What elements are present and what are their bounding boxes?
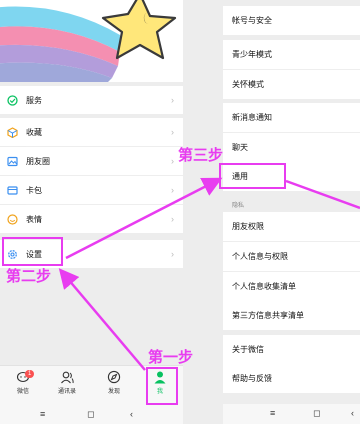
services-icon xyxy=(6,94,18,106)
menu-label-moments: 朋友圈 xyxy=(26,156,50,166)
right-screen-settings: 帐号与安全 青少年模式 关怀模式 新消息通知 聊天 通用 隐私 朋友权限 个人信… xyxy=(223,0,360,424)
row-label: 关于微信 xyxy=(232,345,264,354)
settings-row-account-security[interactable]: 帐号与安全 xyxy=(223,6,360,35)
row-label: 新消息通知 xyxy=(232,113,272,122)
chevron-right-icon: › xyxy=(171,127,174,137)
tab-label: 微信 xyxy=(16,389,29,395)
card-wallet-icon xyxy=(6,184,18,196)
row-label: 朋友权限 xyxy=(232,222,264,231)
highlight-box-general xyxy=(219,163,286,189)
contacts-icon xyxy=(61,371,74,384)
row-label: 个人信息与权限 xyxy=(232,252,288,261)
annotation-step-2: 第二步 xyxy=(6,267,52,285)
settings-row-about[interactable]: 关于微信 xyxy=(223,335,360,364)
row-label: 个人信息收集清单 xyxy=(232,282,296,291)
chevron-right-icon: › xyxy=(171,185,174,195)
menu-label-stickers: 表情 xyxy=(26,214,42,224)
favorites-icon xyxy=(6,126,18,138)
highlight-box-settings xyxy=(2,237,63,266)
chevron-right-icon: › xyxy=(171,249,174,259)
tab-label: 发现 xyxy=(107,389,120,395)
menu-row-stickers[interactable]: 表情 › xyxy=(0,205,183,233)
menu-label-services: 服务 xyxy=(26,95,42,105)
chevron-right-icon: › xyxy=(171,95,174,105)
annotation-step-3: 第三步 xyxy=(178,146,224,164)
section-label-privacy: 隐私 xyxy=(232,203,245,209)
home-button[interactable]: ◻ xyxy=(87,409,94,420)
row-label: 帮助与反馈 xyxy=(232,374,272,383)
back-button[interactable]: ‹ xyxy=(351,408,354,418)
row-label: 第三方信息共享清单 xyxy=(232,311,304,320)
shooting-star-illustration xyxy=(0,0,177,82)
menu-row-cards[interactable]: 卡包 › xyxy=(0,176,183,204)
menu-label-cards: 卡包 xyxy=(26,185,42,195)
highlight-box-me-tab xyxy=(146,367,178,405)
tab-discover[interactable]: 发现 xyxy=(97,370,131,404)
settings-row-help-feedback[interactable]: 帮助与反馈 xyxy=(223,364,360,393)
settings-row-care-mode[interactable]: 关怀模式 xyxy=(223,70,360,99)
menu-label-favorites: 收藏 xyxy=(26,127,42,137)
settings-row-teen-mode[interactable]: 青少年模式 xyxy=(223,40,360,69)
chevron-right-icon: › xyxy=(171,156,174,166)
settings-row-third-party-sharing[interactable]: 第三方信息共享清单 xyxy=(223,301,360,330)
shooting-star-banner xyxy=(0,0,183,82)
recent-apps-button[interactable]: ≡ xyxy=(40,409,45,419)
back-button[interactable]: ‹ xyxy=(130,409,133,419)
row-label: 帐号与安全 xyxy=(232,16,272,25)
home-button[interactable]: ◻ xyxy=(313,408,320,419)
settings-row-notifications[interactable]: 新消息通知 xyxy=(223,103,360,132)
settings-row-chat[interactable]: 聊天 xyxy=(223,133,360,162)
tab-label: 通讯录 xyxy=(57,389,76,395)
system-nav-bar: ≡ ◻ ‹ xyxy=(223,404,360,424)
row-label: 关怀模式 xyxy=(232,80,264,89)
recent-apps-button[interactable]: ≡ xyxy=(270,408,275,418)
smiley-icon xyxy=(6,213,18,225)
tab-chats[interactable]: 1 微信 xyxy=(6,370,40,404)
tab-contacts[interactable]: 通讯录 xyxy=(50,370,84,404)
menu-row-favorites[interactable]: 收藏 › xyxy=(0,118,183,146)
menu-row-services[interactable]: 服务 › xyxy=(0,86,183,114)
row-label: 聊天 xyxy=(232,143,248,152)
settings-row-info-collection[interactable]: 个人信息收集清单 xyxy=(223,272,360,301)
settings-row-personal-info[interactable]: 个人信息与权限 xyxy=(223,242,360,271)
menu-row-moments[interactable]: 朋友圈 › xyxy=(0,147,183,175)
chevron-right-icon: › xyxy=(171,214,174,224)
system-nav-bar: ≡ ◻ ‹ xyxy=(0,405,183,424)
settings-row-friend-permissions[interactable]: 朋友权限 xyxy=(223,212,360,241)
row-label: 青少年模式 xyxy=(232,50,272,59)
moments-icon xyxy=(6,155,18,167)
unread-badge: 1 xyxy=(25,370,35,378)
annotation-step-1: 第一步 xyxy=(148,348,194,366)
compass-icon xyxy=(107,370,121,384)
